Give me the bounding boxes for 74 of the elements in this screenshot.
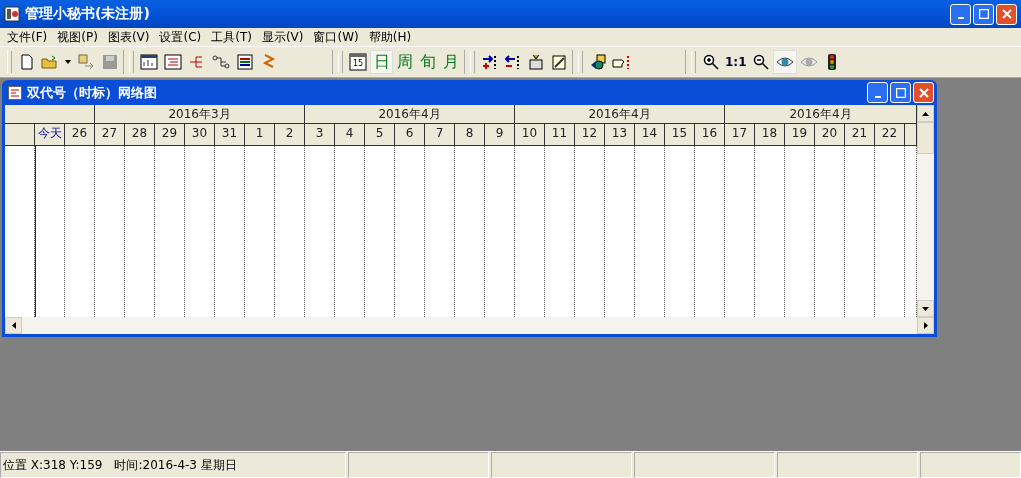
day-header: 22 — [875, 124, 905, 146]
chart-window-icon — [8, 85, 22, 100]
today-header: 今天 — [35, 124, 65, 146]
day-header: 11 — [545, 124, 575, 146]
day-header: 6 — [395, 124, 425, 146]
day-header: 26 — [65, 124, 95, 146]
app-icon — [4, 6, 20, 22]
menu-item[interactable]: 帮助(H) — [363, 28, 417, 46]
month-header: 2016年3月 — [95, 105, 305, 124]
day-header: 9 — [485, 124, 515, 146]
day-header: 30 — [185, 124, 215, 146]
month-header: 2016年4月 — [725, 105, 917, 124]
day-header: 5 — [365, 124, 395, 146]
scroll-up-icon[interactable] — [922, 111, 929, 116]
month-header: 2016年4月 — [515, 105, 725, 124]
day-header: 10 — [515, 124, 545, 146]
menu-item[interactable]: 视图(P) — [52, 28, 103, 46]
cursor-position: 位置 X:318 Y:159 — [3, 456, 103, 474]
maximize-icon — [978, 9, 989, 19]
minimize-icon — [874, 95, 881, 98]
day-header: 2 — [275, 124, 305, 146]
menu-item[interactable]: 文件(F) — [2, 28, 53, 46]
day-header: 28 — [125, 124, 155, 146]
menu-item[interactable]: 显示(V) — [256, 28, 309, 46]
window-title: 管理小秘书(未注册) — [25, 5, 150, 23]
close-button[interactable] — [913, 82, 934, 103]
view-button[interactable]: 月 — [439, 50, 462, 74]
day-header: 19 — [785, 124, 815, 146]
day-header: 7 — [425, 124, 455, 146]
actual-size-button[interactable]: 1:1 — [722, 50, 750, 74]
maximize-button[interactable] — [973, 3, 994, 25]
maximize-button[interactable] — [890, 82, 911, 103]
scroll-down-icon[interactable] — [922, 306, 929, 311]
day-header: 16 — [695, 124, 725, 146]
day-header: 3 — [305, 124, 335, 146]
status-time: 时间:2016-4-3 星期日 — [114, 456, 237, 474]
close-icon — [918, 87, 929, 98]
day-header: 14 — [635, 124, 665, 146]
horizontal-scrollbar[interactable] — [5, 317, 934, 334]
day-header: 15 — [665, 124, 695, 146]
menu-item[interactable]: 图表(V) — [102, 28, 155, 46]
month-header: 2016年4月 — [305, 105, 515, 124]
header-cell — [5, 124, 35, 146]
day-header: 29 — [155, 124, 185, 146]
day-header: 1 — [245, 124, 275, 146]
menu-item[interactable]: 窗口(W) — [308, 28, 364, 46]
day-header: 8 — [455, 124, 485, 146]
view-button[interactable]: 旬 — [416, 50, 439, 74]
close-button[interactable] — [996, 3, 1017, 25]
scroll-left-icon[interactable] — [11, 322, 16, 329]
scroll-thumb[interactable] — [917, 122, 934, 154]
child-window-title: 双代号（时标）网络图 — [27, 83, 157, 102]
day-header: 21 — [845, 124, 875, 146]
day-header: 13 — [605, 124, 635, 146]
minimize-button[interactable] — [950, 3, 971, 25]
view-button[interactable]: 日 — [370, 50, 393, 74]
eye-icon[interactable] — [772, 50, 797, 74]
day-header: 27 — [95, 124, 125, 146]
vertical-scrollbar[interactable] — [917, 105, 934, 317]
minimize-icon — [957, 17, 964, 19]
maximize-icon — [895, 87, 906, 98]
menu-item[interactable]: 设置(C) — [154, 28, 207, 46]
calendar-icon[interactable]: 15 — [346, 50, 370, 74]
day-header: 17 — [725, 124, 755, 146]
scroll-right-icon[interactable] — [923, 322, 928, 329]
day-header: 20 — [815, 124, 845, 146]
day-header: 18 — [755, 124, 785, 146]
day-header: 4 — [335, 124, 365, 146]
day-header: 12 — [575, 124, 605, 146]
menu-item[interactable]: 工具(T) — [206, 28, 257, 46]
day-header: 31 — [215, 124, 245, 146]
view-button[interactable]: 周 — [393, 50, 416, 74]
close-icon — [1001, 9, 1012, 19]
minimize-button[interactable] — [867, 82, 888, 103]
